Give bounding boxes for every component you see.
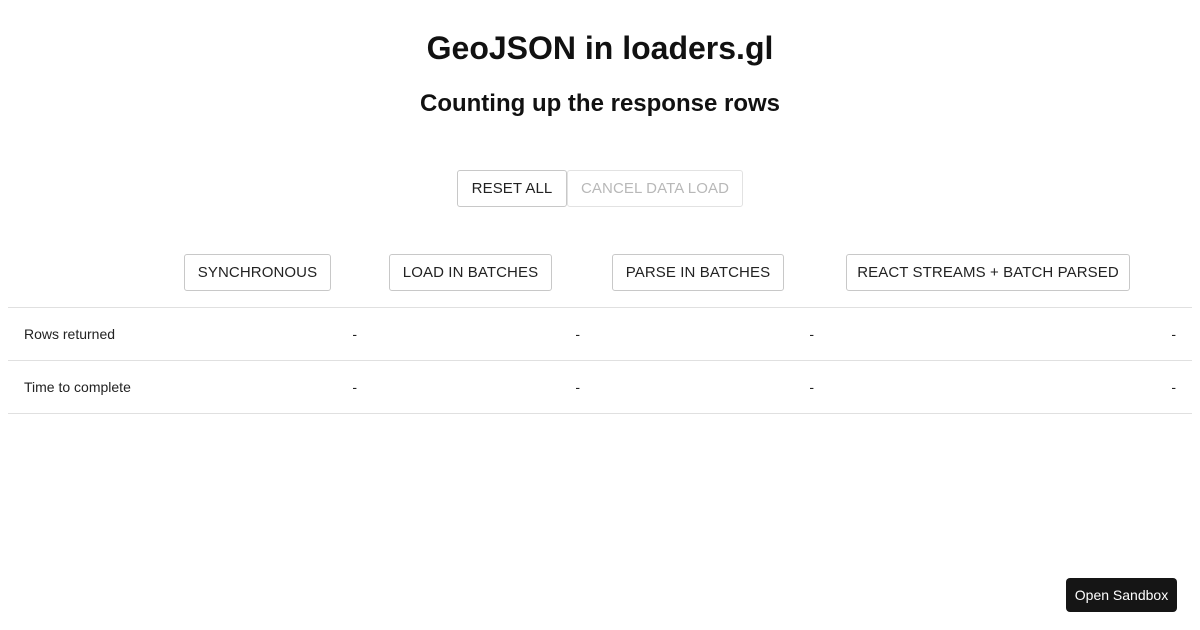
table-cell: - xyxy=(352,326,357,342)
page: GeoJSON in loaders.gl Counting up the re… xyxy=(0,0,1200,630)
table-cell: - xyxy=(1171,326,1176,342)
react-streams-batch-parsed-button[interactable]: REACT STREAMS + BATCH PARSED xyxy=(846,254,1130,291)
page-subtitle: Counting up the response rows xyxy=(419,90,780,117)
table-cell: - xyxy=(809,379,814,395)
page-title: GeoJSON in loaders.gl xyxy=(426,30,774,66)
open-sandbox-button[interactable]: Open Sandbox xyxy=(1066,578,1177,612)
load-in-batches-button[interactable]: LOAD IN BATCHES xyxy=(389,254,552,291)
cancel-data-load-button[interactable]: CANCEL DATA LOAD xyxy=(567,170,743,207)
parse-in-batches-button[interactable]: PARSE IN BATCHES xyxy=(612,254,784,291)
synchronous-button[interactable]: SYNCHRONOUS xyxy=(184,254,331,291)
table-row-rows-returned: Rows returned - - - - xyxy=(8,307,1192,360)
reset-all-button[interactable]: RESET ALL xyxy=(457,170,567,207)
row-label: Rows returned xyxy=(24,326,116,342)
table-cell: - xyxy=(352,379,357,395)
table-cell: - xyxy=(1171,379,1176,395)
table-cell: - xyxy=(575,326,580,342)
table-cell: - xyxy=(575,379,580,395)
row-label: Time to complete xyxy=(24,379,131,395)
table-row-time-to-complete: Time to complete - - - - xyxy=(8,360,1192,414)
table-cell: - xyxy=(809,326,814,342)
